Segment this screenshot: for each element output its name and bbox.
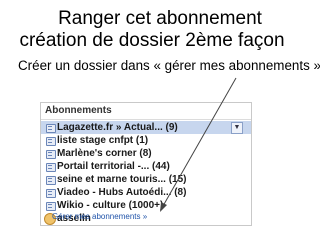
pointer-arrow <box>160 77 237 212</box>
pointer-arrow-line <box>162 77 237 207</box>
pointer-arrow-head <box>160 202 167 212</box>
